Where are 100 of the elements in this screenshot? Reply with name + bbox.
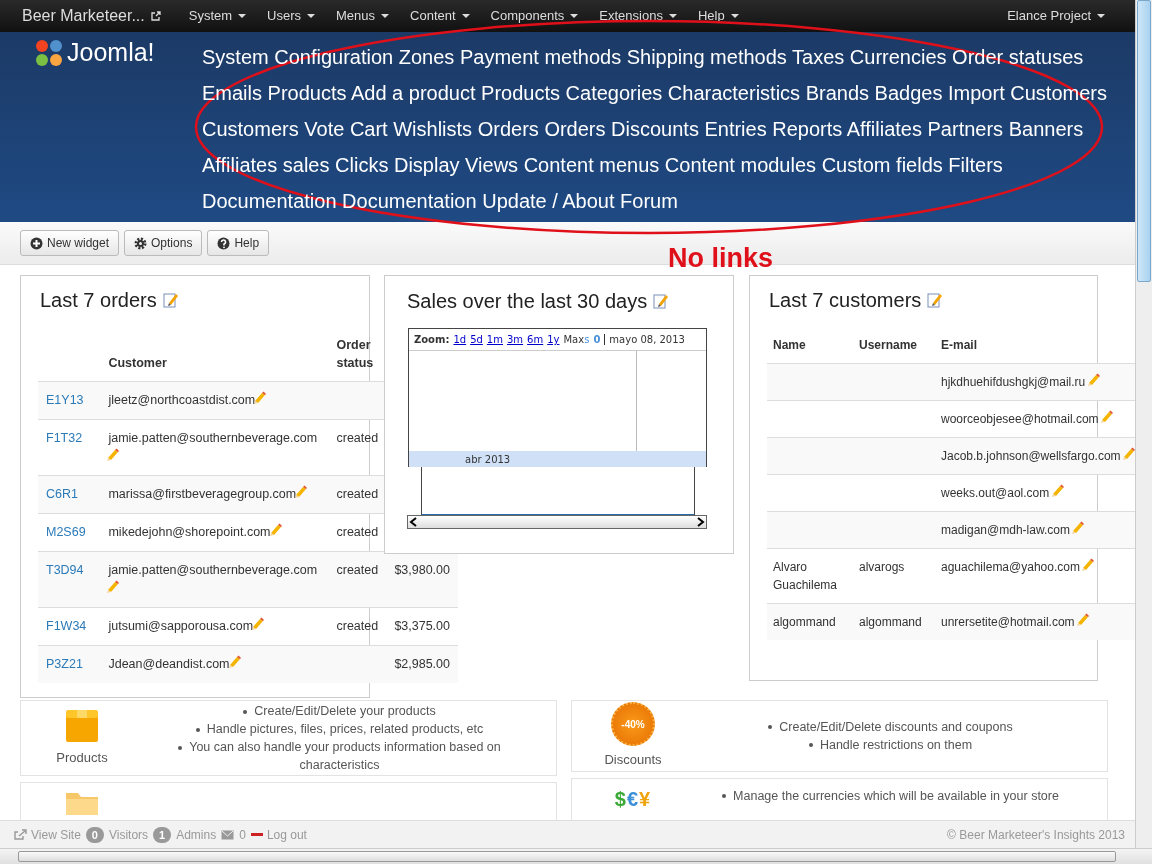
table-cell: created <box>336 619 379 634</box>
header-menu-link[interactable]: Shipping methods <box>626 46 787 68</box>
menu-dropdown[interactable]: Menus <box>336 6 390 26</box>
feature-label: Products <box>56 749 108 768</box>
order-link[interactable]: F1W34 <box>46 619 87 634</box>
help-button[interactable]: Help <box>207 230 270 256</box>
footer-text: Visitors <box>108 826 149 844</box>
header-menu-link[interactable]: Clicks <box>335 154 389 176</box>
widget-title: Last 7 customers <box>769 288 922 313</box>
header-menu-link[interactable]: Currencies <box>849 46 947 68</box>
header-menu-link[interactable]: Display <box>393 154 460 176</box>
column-header: E-mail <box>935 327 1135 364</box>
table-cell: $3,375.00 <box>394 619 450 634</box>
header-menu-link[interactable]: Content menus <box>523 154 660 176</box>
header-menu-link[interactable]: System <box>202 46 269 68</box>
widget-title: Sales over the last 30 days <box>407 289 648 314</box>
feature-label: Discounts <box>604 751 662 769</box>
footer-text: Admins <box>176 826 217 844</box>
header-menu-link[interactable]: Brands <box>805 82 870 104</box>
axis-label: abr 2013 <box>465 452 511 467</box>
header-menu-link[interactable]: Characteristics <box>667 82 801 104</box>
table-cell: jamie.patten@southernbeverage.com <box>108 430 318 445</box>
menu-dropdown[interactable]: Content <box>410 6 470 26</box>
site-title-link[interactable]: Beer Marketeer... <box>22 4 161 28</box>
table-cell: created <box>336 525 379 539</box>
feature-bullet: Manage the currencies which will be available in your store <box>694 786 1087 805</box>
header-menu-link[interactable]: Taxes <box>792 46 845 68</box>
header-menu-link[interactable]: Documentation <box>202 190 337 212</box>
header-menu-link[interactable]: Customers <box>202 118 299 140</box>
table-cell: jleetz@northcoastdist.com <box>108 393 256 407</box>
zoom-link[interactable]: 5d <box>470 332 483 347</box>
max-label: Max <box>563 333 585 347</box>
header-menu-link[interactable]: Products <box>267 82 347 104</box>
feature-bullet: Handle pictures, files, prices, related products, etc <box>143 720 536 738</box>
header-menu-link[interactable]: Content modules <box>664 154 817 176</box>
header-menu-link[interactable]: Import <box>948 82 1005 104</box>
header-menu-link[interactable]: Partners <box>927 118 1004 140</box>
menu-dropdown[interactable]: Extensions <box>599 6 677 26</box>
header-menu-link[interactable]: Wishlists <box>393 118 473 140</box>
zoom-link[interactable]: 1m <box>486 332 503 347</box>
menu-dropdown[interactable]: Users <box>267 6 315 26</box>
menu-dropdown[interactable]: Help <box>697 6 739 26</box>
header-menu-link[interactable]: Cart <box>349 118 388 140</box>
table-cell: created <box>336 430 379 445</box>
column-header: Name <box>767 327 853 364</box>
zoom-link[interactable]: 1y <box>547 332 560 347</box>
order-link[interactable]: T3D94 <box>46 562 84 577</box>
header-menu-link[interactable]: Forum <box>620 190 678 212</box>
table-cell: aguachilema@yahoo.com <box>941 560 1080 574</box>
new-widget-button[interactable]: New widget <box>20 230 120 256</box>
header-menu-link[interactable]: Reports <box>772 118 843 140</box>
table-cell: jamie.patten@southernbeverage.com <box>108 562 318 577</box>
logo: Joomla! <box>34 38 155 68</box>
header-menu-link[interactable]: Views <box>465 154 519 176</box>
feature-bullet: You can also handle your products information based on characteristics <box>143 738 536 774</box>
column-header: Order status <box>328 327 387 382</box>
discount-badge: -40% <box>611 702 655 746</box>
menu-dropdown[interactable]: Components <box>490 6 579 26</box>
series-value: 0 <box>593 333 601 347</box>
zoom-link[interactable]: 1d <box>453 332 467 347</box>
table-cell: Jdean@deandist.com <box>108 657 230 671</box>
header-menu-link[interactable]: Payment methods <box>459 46 622 68</box>
table-cell: unrersetite@hotmail.com <box>941 615 1075 629</box>
header-menu-link[interactable]: Orders <box>477 118 539 140</box>
order-link[interactable]: P3Z21 <box>46 657 83 671</box>
widget-title: Last 7 orders <box>40 288 157 313</box>
header-menu-link[interactable]: Custom fields <box>821 154 943 176</box>
options-button[interactable]: Options <box>124 230 203 256</box>
zoom-link[interactable]: 3m <box>506 332 524 347</box>
order-link[interactable]: F1T32 <box>46 430 83 445</box>
menu-dropdown[interactable]: System <box>188 6 247 26</box>
header-menu-link[interactable]: Update / About <box>482 190 615 212</box>
header-menu-link[interactable]: Zones <box>398 46 455 68</box>
table-cell: algommand <box>859 615 922 629</box>
header-menu-link[interactable]: Add a product <box>350 82 476 104</box>
header-menu-link[interactable]: Filters <box>948 154 1003 176</box>
table-cell: mikedejohn@shorepoint.com <box>108 525 271 539</box>
header-menu-link[interactable]: Banners <box>1008 118 1084 140</box>
header-menu-link[interactable]: Products <box>481 82 560 104</box>
header-menu-link[interactable]: Badges <box>874 82 943 104</box>
date-label: mayo 08, 2013 <box>609 333 685 347</box>
header-menu-link[interactable]: Entries <box>704 118 767 140</box>
order-link[interactable]: C6R1 <box>46 487 78 502</box>
header-menu-link[interactable]: Affiliates <box>846 118 922 140</box>
header-menu-link[interactable]: Vote <box>304 118 345 140</box>
user-menu-dropdown[interactable]: Elance Project <box>1007 6 1105 26</box>
table-cell: madigan@mdh-law.com <box>941 523 1070 537</box>
table-cell: jutsumi@sapporousa.com <box>108 619 254 634</box>
header-menu-link[interactable]: Discounts <box>611 118 699 140</box>
table-cell: Jacob.b.johnson@wellsfargo.com <box>941 449 1121 463</box>
table-cell: hjkdhuehifdushgkj@mail.ru <box>941 375 1086 389</box>
header-menu-link[interactable]: Categories <box>565 82 663 104</box>
column-header: Username <box>853 327 935 364</box>
table-cell: woorceobjesee@hotmail.com <box>941 412 1099 426</box>
header-menu-link[interactable]: Orders <box>544 118 606 140</box>
header-menu-link[interactable]: Documentation <box>342 190 477 212</box>
annotation-text: No links <box>668 242 774 275</box>
zoom-link[interactable]: 6m <box>527 332 544 347</box>
order-link[interactable]: M2S69 <box>46 525 86 539</box>
order-link[interactable]: E1Y13 <box>46 393 84 407</box>
